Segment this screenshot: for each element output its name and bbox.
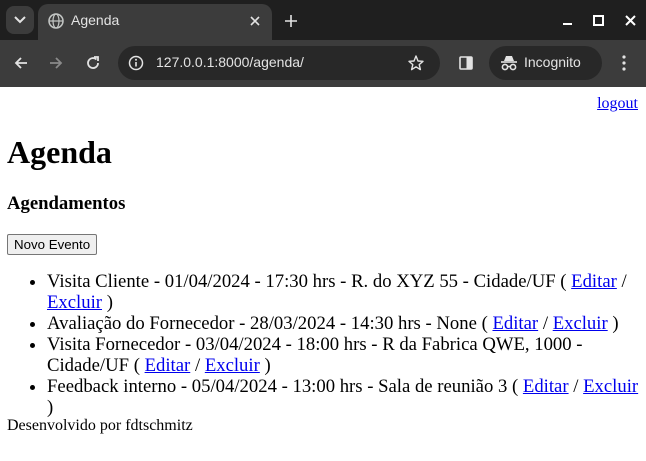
side-panel-button[interactable] xyxy=(455,52,477,74)
maximize-button[interactable] xyxy=(588,10,608,30)
page-title: Agenda xyxy=(7,134,112,170)
event-text: Visita Fornecedor - 03/04/2024 - 18:00 h… xyxy=(47,334,583,376)
arrow-right-icon xyxy=(50,57,63,69)
new-event-button[interactable]: Novo Evento xyxy=(7,234,98,255)
event-list: Visita Cliente - 01/04/2024 - 17:30 hrs … xyxy=(7,271,639,418)
browser-toolbar: 127.0.0.1:8000/agenda/ Incognito xyxy=(0,40,646,87)
edit-event-link[interactable]: Editar xyxy=(523,376,569,397)
delete-event-link[interactable]: Excluir xyxy=(205,355,260,376)
event-item: Visita Cliente - 01/04/2024 - 17:30 hrs … xyxy=(47,271,639,313)
close-icon xyxy=(624,14,636,26)
reload-icon xyxy=(87,56,99,69)
tab-search-button[interactable] xyxy=(6,6,34,34)
tab-title: Agenda xyxy=(71,12,120,28)
edit-event-link[interactable]: Editar xyxy=(492,313,538,334)
active-tab[interactable]: Agenda xyxy=(38,4,272,40)
delete-event-link[interactable]: Excluir xyxy=(47,292,102,313)
edit-event-link[interactable]: Editar xyxy=(145,355,191,376)
incognito-icon xyxy=(501,56,517,71)
url-text: 127.0.0.1:8000/agenda/ xyxy=(156,54,304,70)
more-vertical-icon xyxy=(622,55,626,71)
incognito-label: Incognito xyxy=(524,54,581,70)
incognito-indicator[interactable]: Incognito xyxy=(489,46,602,80)
page-content: logout Agenda Agendamentos Novo Evento V… xyxy=(0,87,646,461)
browser-menu-button[interactable] xyxy=(613,52,635,74)
link-separator: / xyxy=(190,355,205,376)
event-item: Avaliação do Fornecedor - 28/03/2024 - 1… xyxy=(47,313,639,334)
logout-link[interactable]: logout xyxy=(597,95,638,113)
side-panel-icon xyxy=(459,56,473,70)
browser-tab-bar: Agenda xyxy=(0,0,646,40)
site-info-icon[interactable] xyxy=(127,54,145,72)
plus-icon xyxy=(285,15,297,27)
delete-event-link[interactable]: Excluir xyxy=(583,376,638,397)
edit-event-link[interactable]: Editar xyxy=(571,271,617,292)
link-separator: / xyxy=(568,376,584,397)
link-separator: / xyxy=(538,313,553,334)
delete-event-link[interactable]: Excluir xyxy=(553,313,608,334)
bookmark-star-icon[interactable] xyxy=(406,53,426,73)
maximize-icon xyxy=(592,14,604,26)
minimize-icon xyxy=(562,22,572,25)
section-heading: Agendamentos xyxy=(7,193,126,214)
chevron-down-icon xyxy=(14,16,26,24)
minimize-button[interactable] xyxy=(557,10,577,30)
close-tab-button[interactable] xyxy=(246,12,264,30)
footer-credit: Desenvolvido por fdtschmitz xyxy=(7,417,193,434)
globe-icon xyxy=(48,13,64,29)
back-button[interactable] xyxy=(10,52,32,74)
event-item: Visita Fornecedor - 03/04/2024 - 18:00 h… xyxy=(47,334,639,376)
event-text: Feedback interno - 05/04/2024 - 13:00 hr… xyxy=(47,376,508,397)
reload-button[interactable] xyxy=(82,52,104,74)
link-separator: / xyxy=(616,271,627,292)
address-bar[interactable]: 127.0.0.1:8000/agenda/ xyxy=(118,46,440,80)
event-text: Visita Cliente - 01/04/2024 - 17:30 hrs … xyxy=(47,271,556,292)
forward-button[interactable] xyxy=(45,52,67,74)
new-tab-button[interactable] xyxy=(280,10,302,32)
event-item: Feedback interno - 05/04/2024 - 13:00 hr… xyxy=(47,376,639,418)
close-window-button[interactable] xyxy=(620,10,640,30)
event-text: Avaliação do Fornecedor - 28/03/2024 - 1… xyxy=(47,313,477,334)
arrow-left-icon xyxy=(14,57,27,69)
close-icon xyxy=(250,16,260,26)
